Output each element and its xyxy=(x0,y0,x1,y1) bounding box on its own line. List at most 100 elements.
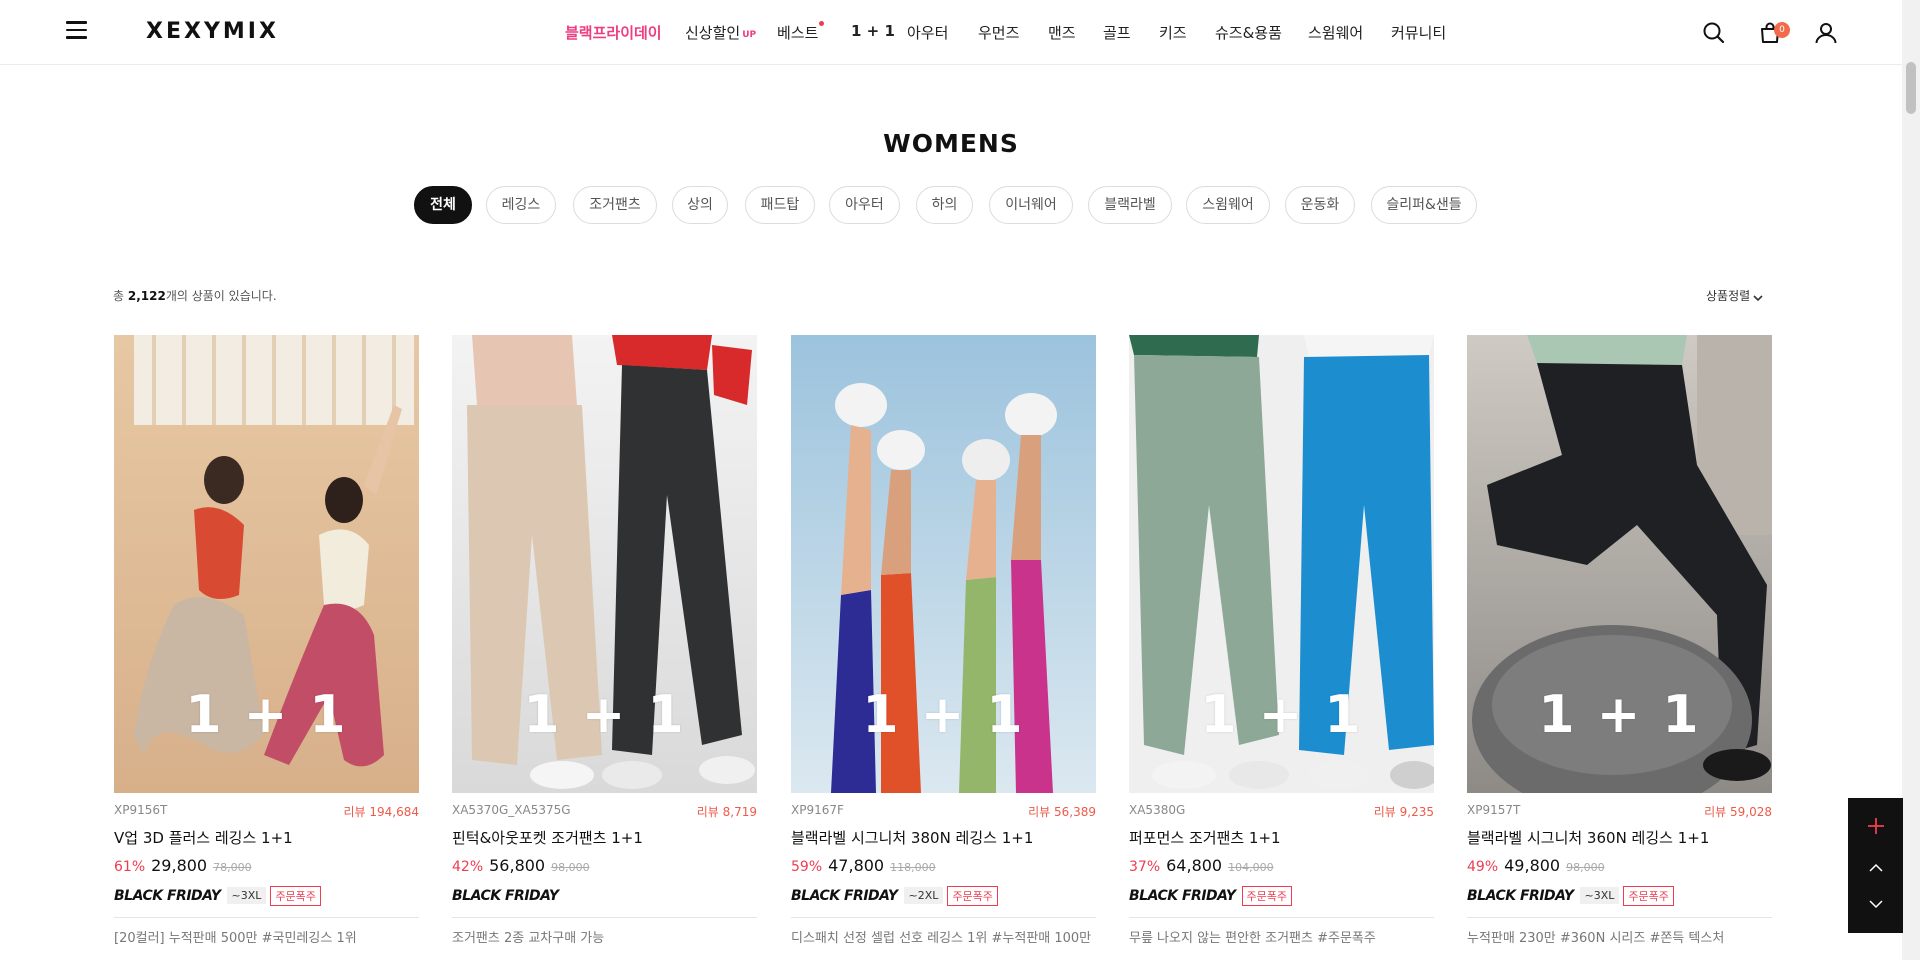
product-name[interactable]: 퍼포먼스 조거팬츠 1+1 xyxy=(1129,827,1434,848)
original-price: 118,000 xyxy=(890,861,936,874)
hot-badge: 주문폭주 xyxy=(947,885,998,906)
product-description: 무릎 나오지 않는 편안한 조거팬츠 #주문폭주 xyxy=(1129,931,1376,946)
sale-price: 64,800 xyxy=(1166,856,1223,875)
product-count: 총 2,122개의 상품이 있습니다. xyxy=(113,289,277,303)
product-card[interactable]: 1 + 1 XA5370G_XA5375G 리뷰 8,719 핀턱&아웃포켓 조거… xyxy=(452,335,757,946)
product-image[interactable]: 1 + 1 xyxy=(114,335,419,793)
nav-item-outer[interactable]: 아우터 xyxy=(907,22,948,43)
category-chip-outer[interactable]: 아우터 xyxy=(829,186,900,224)
discount-rate: 61% xyxy=(114,859,146,875)
hot-badge: 주문폭주 xyxy=(1623,885,1674,906)
category-chip-swimwear[interactable]: 스윔웨어 xyxy=(1186,186,1270,224)
review-count[interactable]: 리뷰 194,684 xyxy=(343,803,419,820)
product-name[interactable]: V업 3D 플러스 레깅스 1+1 xyxy=(114,827,419,848)
size-badge: ~2XL xyxy=(903,887,944,904)
category-chip-black-label[interactable]: 블랙라벨 xyxy=(1088,186,1172,224)
nav-item-community[interactable]: 커뮤니티 xyxy=(1391,22,1446,43)
review-count[interactable]: 리뷰 56,389 xyxy=(1028,803,1096,820)
scrollbar-thumb[interactable] xyxy=(1906,62,1916,114)
original-price: 78,000 xyxy=(213,861,252,874)
black-friday-badge: BLACK FRIDAY xyxy=(791,887,898,904)
product-description: [20컬러] 누적판매 500만 #국민레깅스 1위 xyxy=(114,931,357,946)
black-friday-badge: BLACK FRIDAY xyxy=(114,887,221,904)
divider xyxy=(1129,917,1434,918)
nav-item-golf[interactable]: 골프 xyxy=(1103,22,1131,43)
nav-item-mens[interactable]: 맨즈 xyxy=(1048,22,1076,43)
product-image[interactable]: 1 + 1 xyxy=(791,335,1096,793)
category-chip-all[interactable]: 전체 xyxy=(414,186,472,224)
cart-count-badge: 0 xyxy=(1774,22,1790,38)
product-code: XP9167F xyxy=(791,803,844,817)
product-code: XP9157T xyxy=(1467,803,1521,817)
page-scrollbar[interactable] xyxy=(1902,0,1920,960)
sale-price: 49,800 xyxy=(1504,856,1561,875)
one-plus-one-overlay: 1 + 1 xyxy=(185,685,348,745)
category-chip-tops[interactable]: 상의 xyxy=(672,186,728,224)
one-plus-one-overlay: 1 + 1 xyxy=(523,685,686,745)
user-icon[interactable] xyxy=(1813,20,1839,46)
nav-item-swimwear[interactable]: 스윔웨어 xyxy=(1308,22,1363,43)
logo[interactable]: XEXYMIX xyxy=(146,19,279,44)
new-dot xyxy=(819,21,825,26)
chevron-down-icon[interactable] xyxy=(1848,886,1903,922)
chevron-up-icon[interactable] xyxy=(1848,850,1903,886)
category-chip-slippers[interactable]: 슬리퍼&샌들 xyxy=(1371,186,1477,224)
nav-item-best[interactable]: 베스트 xyxy=(777,21,825,43)
category-chip-jogger[interactable]: 조거팬츠 xyxy=(573,186,657,224)
category-chip-bottoms[interactable]: 하의 xyxy=(916,186,973,224)
review-count[interactable]: 리뷰 8,719 xyxy=(697,803,757,820)
plus-icon[interactable] xyxy=(1848,808,1903,844)
divider xyxy=(452,917,757,918)
category-chip-pad-top[interactable]: 패드탑 xyxy=(745,186,815,224)
nav-item-black-friday[interactable]: 블랙프라이데이 xyxy=(565,22,662,43)
divider xyxy=(114,917,419,918)
nav-item-one-plus-one[interactable]: 1 + 1 xyxy=(851,22,895,40)
nav-item-womens[interactable]: 우먼즈 xyxy=(978,22,1019,43)
review-count[interactable]: 리뷰 9,235 xyxy=(1374,803,1434,820)
category-chip-sneakers[interactable]: 운동화 xyxy=(1285,186,1355,224)
sale-price: 56,800 xyxy=(489,856,546,875)
product-card[interactable]: 1 + 1 XP9157T 리뷰 59,028 블랙라벨 시그니처 360N 레깅… xyxy=(1467,335,1772,946)
menu-icon[interactable] xyxy=(66,21,87,41)
black-friday-badge: BLACK FRIDAY xyxy=(452,887,559,904)
product-name[interactable]: 블랙라벨 시그니처 360N 레깅스 1+1 xyxy=(1467,827,1772,848)
one-plus-one-overlay: 1 + 1 xyxy=(862,685,1025,745)
top-header: XEXYMIX 블랙프라이데이 신상할인 UP 베스트 1 + 1 아우터 우먼즈… xyxy=(0,0,1902,65)
product-image[interactable]: 1 + 1 xyxy=(1467,335,1772,793)
product-description: 디스패치 선정 셀럽 선호 레깅스 1위 #누적판매 100만 xyxy=(791,931,1092,946)
discount-rate: 59% xyxy=(791,859,823,875)
discount-rate: 42% xyxy=(452,859,484,875)
chevron-down-icon xyxy=(1753,295,1763,302)
nav-item-kids[interactable]: 키즈 xyxy=(1159,22,1187,43)
original-price: 98,000 xyxy=(551,861,590,874)
product-code: XP9156T xyxy=(114,803,168,817)
category-chip-innerwear[interactable]: 이너웨어 xyxy=(989,186,1073,224)
divider xyxy=(791,917,1096,918)
search-icon[interactable] xyxy=(1701,20,1727,46)
product-code: XA5370G_XA5375G xyxy=(452,803,571,817)
product-name[interactable]: 핀턱&아웃포켓 조거팬츠 1+1 xyxy=(452,827,757,848)
product-image[interactable]: 1 + 1 xyxy=(452,335,757,793)
page-title: WOMENS xyxy=(883,129,1019,158)
review-count[interactable]: 리뷰 59,028 xyxy=(1704,803,1772,820)
category-chip-leggings[interactable]: 레깅스 xyxy=(486,186,556,224)
hot-badge: 주문폭주 xyxy=(270,885,321,906)
black-friday-badge: BLACK FRIDAY xyxy=(1129,887,1236,904)
product-card[interactable]: 1 + 1 XP9167F 리뷰 56,389 블랙라벨 시그니처 380N 레깅… xyxy=(791,335,1096,946)
divider xyxy=(1467,917,1772,918)
one-plus-one-overlay: 1 + 1 xyxy=(1200,685,1363,745)
size-badge: ~3XL xyxy=(226,887,267,904)
product-card[interactable]: 1 + 1 XP9156T 리뷰 194,684 V업 3D 플러스 레깅스 1+… xyxy=(114,335,419,946)
product-name[interactable]: 블랙라벨 시그니처 380N 레깅스 1+1 xyxy=(791,827,1096,848)
discount-rate: 49% xyxy=(1467,859,1499,875)
original-price: 104,000 xyxy=(1228,861,1274,874)
product-image[interactable]: 1 + 1 xyxy=(1129,335,1434,793)
product-card[interactable]: 1 + 1 XA5380G 리뷰 9,235 퍼포먼스 조거팬츠 1+1 37% 6… xyxy=(1129,335,1434,946)
hot-badge: 주문폭주 xyxy=(1241,885,1293,906)
original-price: 98,000 xyxy=(1566,861,1605,874)
product-description: 조거팬츠 2종 교차구매 가능 xyxy=(452,931,605,946)
sort-dropdown[interactable]: 상품정렬 xyxy=(1706,287,1763,304)
nav-item-shoes[interactable]: 슈즈&용품 xyxy=(1215,22,1282,43)
nav-item-new-sale[interactable]: 신상할인 UP xyxy=(685,22,756,43)
floating-quick-menu xyxy=(1848,798,1903,933)
